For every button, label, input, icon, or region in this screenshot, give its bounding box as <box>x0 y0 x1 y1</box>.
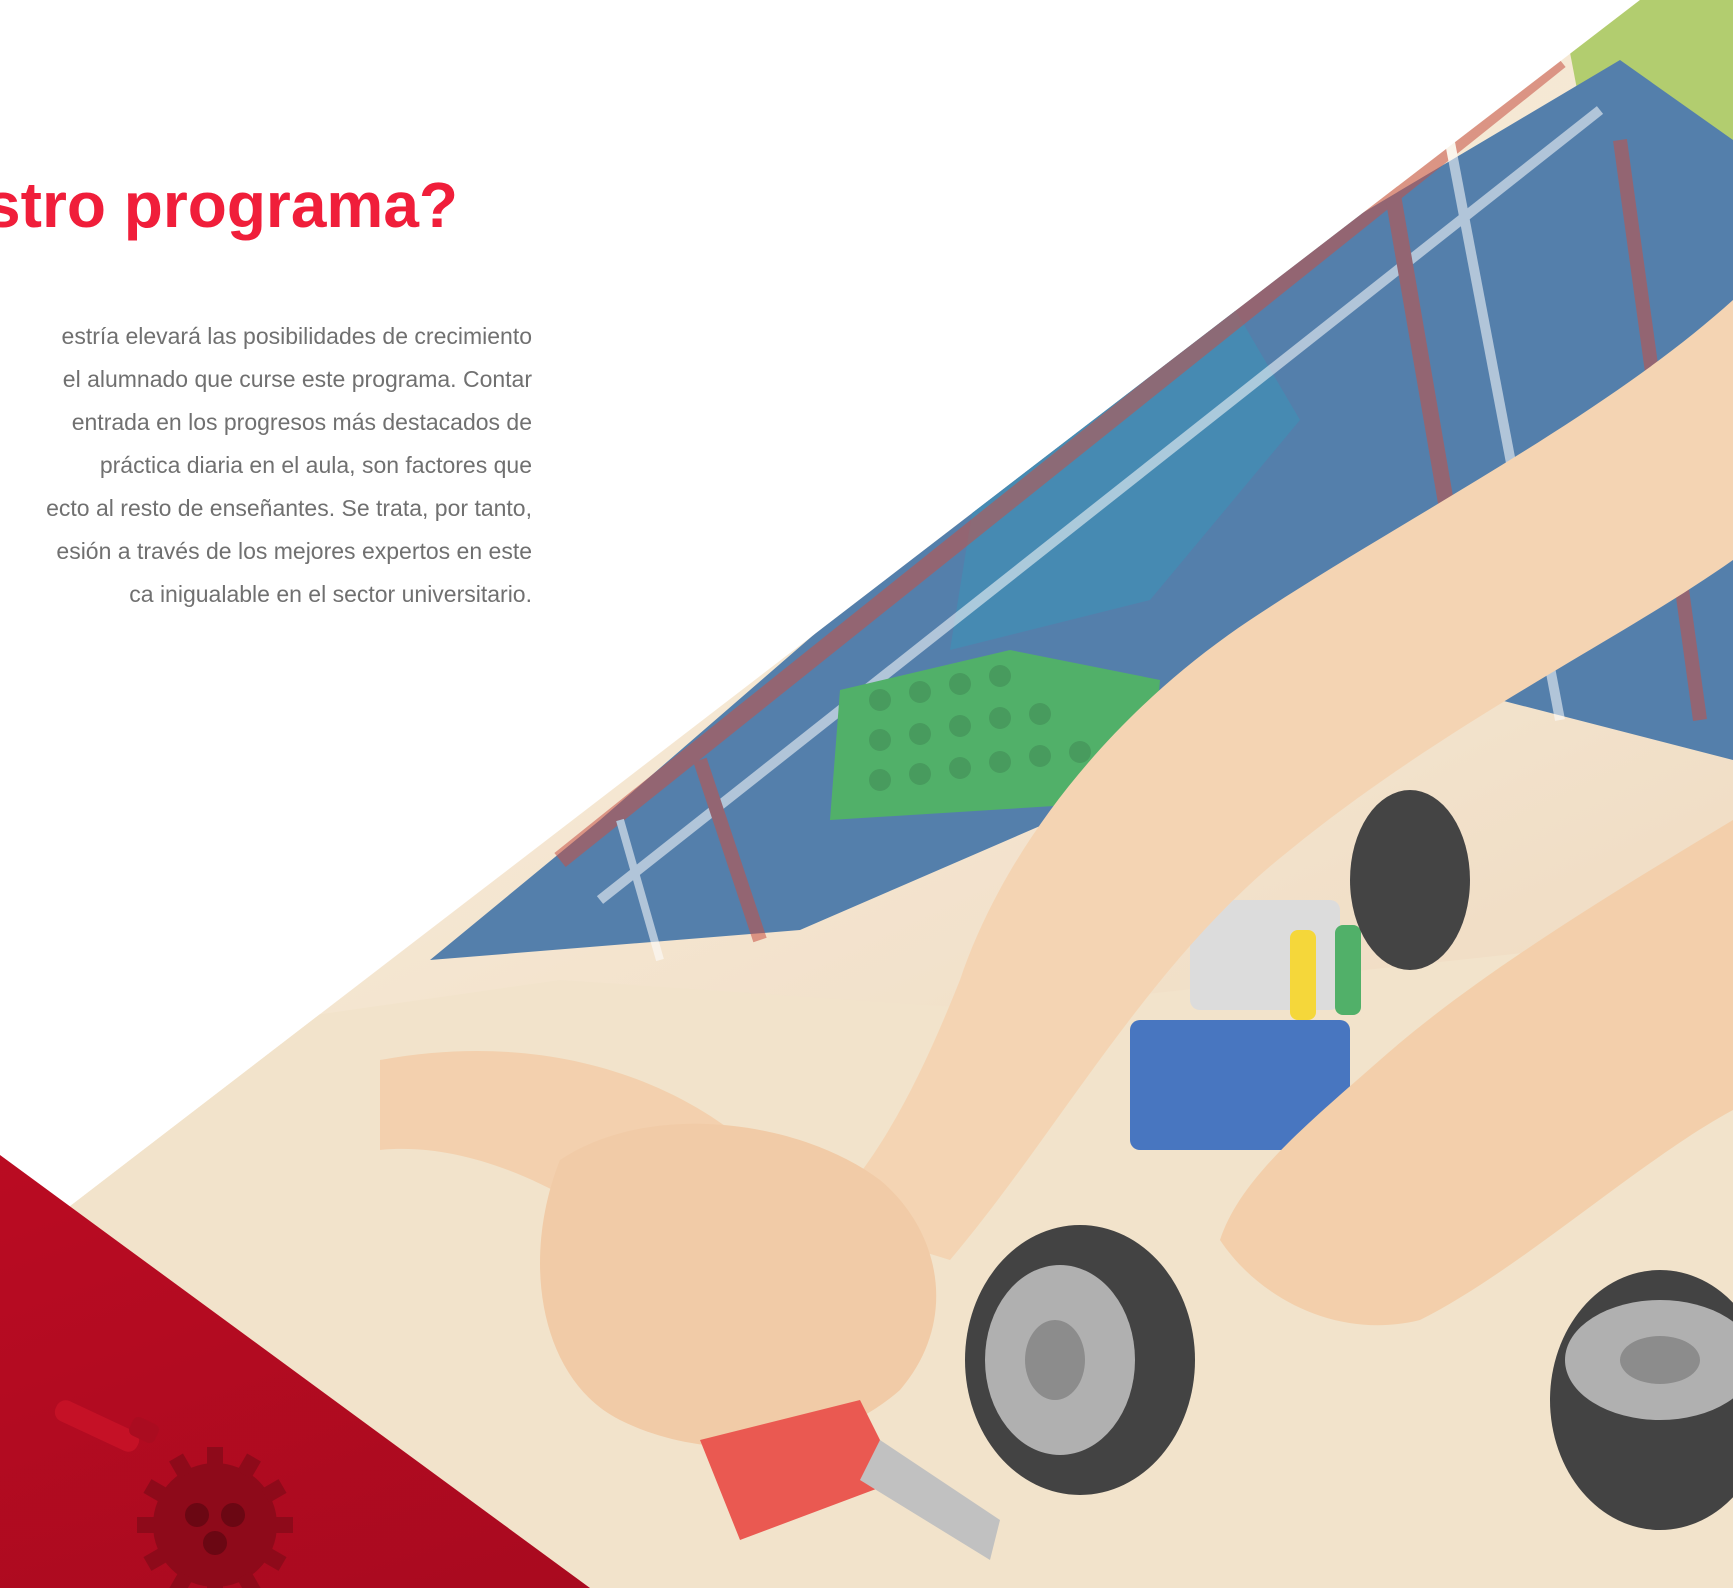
lego-pin-icon <box>54 1400 159 1452</box>
gear-icon <box>137 1447 293 1588</box>
section-paragraph: estría elevará las posibilidades de crec… <box>0 315 540 616</box>
section-heading: stro programa? <box>0 169 458 241</box>
paragraph-line: práctica diaria en el aula, son factores… <box>99 452 532 478</box>
paragraph-line: entrada en los progresos más destacados … <box>71 409 532 435</box>
paragraph-line: el alumnado que curse este programa. Con… <box>62 366 532 392</box>
green-wall-shape <box>0 870 420 1000</box>
program-section: stro programa? estría elevará las posibi… <box>0 169 540 607</box>
paragraph-line: ecto al resto de enseñantes. Se trata, p… <box>46 495 532 521</box>
paragraph-line: esión a través de los mejores expertos e… <box>56 538 532 564</box>
paragraph-line: ca inigualable en el sector universitari… <box>129 581 532 607</box>
paragraph-line: estría elevará las posibilidades de crec… <box>61 323 532 349</box>
